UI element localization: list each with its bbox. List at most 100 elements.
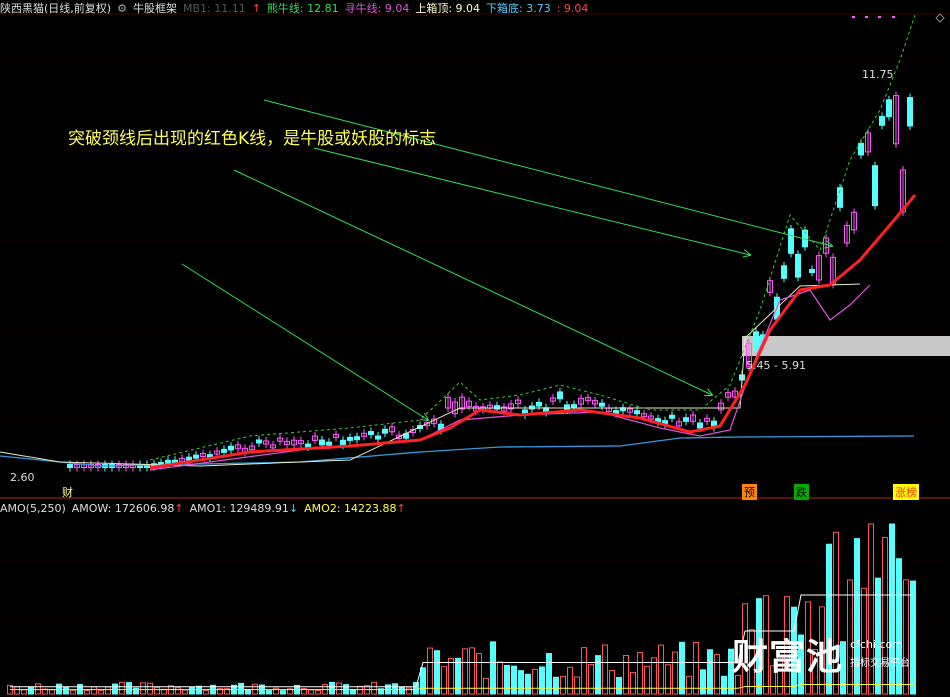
volume-bar [630,672,636,695]
volume-bar [371,681,377,695]
candle [375,435,381,440]
amo-title[interactable]: AMO(5,250) [0,502,66,515]
candle [809,269,815,274]
volume-bar [98,690,104,695]
volume-bar [21,689,27,695]
volume-bar [686,675,692,695]
volume-bar [56,683,62,695]
candle [186,456,192,461]
price-chart[interactable]: 11.75 2.60 5.45 - 5.91 [0,0,950,697]
volume-bar [315,690,321,695]
candle [599,402,605,407]
volume-bar [350,689,356,695]
volume-bar [112,683,118,695]
volume-bar [308,689,314,695]
candle [557,391,563,400]
candle [795,253,801,278]
volume-bar [420,667,426,695]
stock-name[interactable]: 陕西黑猫(日线,前复权) [0,2,111,15]
volume-bar [896,558,902,695]
volume-bar [679,641,685,695]
volume-bar [672,651,678,695]
candle [221,448,227,453]
candle [669,414,675,419]
marker-cai[interactable]: 财 [60,484,75,500]
volume-bar [28,686,34,695]
candle [368,431,374,436]
volume-bar [847,579,853,695]
annotation-arrow-1 [181,263,428,420]
volume-bar [665,664,671,695]
high-price-label: 11.75 [862,68,894,81]
volume-bar [63,686,69,695]
amo-header: AMO(5,250) AMOW: 172606.98↑ AMO1: 129489.9… [0,502,412,515]
amo2-value: AMO2: 14223.88 [304,502,397,515]
volume-bar [539,666,545,695]
upper-box-line [0,283,861,467]
volume-bar [406,687,412,695]
candle [858,142,864,156]
amo2-up-icon: ↑ [396,502,406,515]
volume-bar [469,647,475,695]
candle [67,464,73,468]
volume-bar [105,686,111,695]
volume-bar [609,669,615,695]
volume-bar [525,673,531,695]
volume-bar [581,647,587,695]
volume-bar [518,670,524,695]
marker-zhangbang[interactable]: 涨榜 [893,484,919,500]
mb1-value: MB1: 11.11 [182,2,246,15]
bull-line-value: 熊牛线: 12.81 [266,2,339,15]
watermark: 财富池 cfchi.com 指标交易平台 [732,628,910,680]
volume-bar [119,681,125,695]
candle [529,405,535,410]
volume-bar [336,682,342,695]
volume-bar [357,685,363,695]
volume-bar [511,665,517,695]
candle [886,99,892,118]
volume-bar [434,650,440,695]
volume-bar [273,687,279,695]
volume-bar [693,641,699,695]
candle [907,97,913,127]
volume-bar [147,682,153,695]
volume-bar [462,648,468,695]
volume-bar [70,690,76,695]
candle [165,459,171,464]
candle [347,436,353,441]
volume-bar [588,663,594,695]
candle [354,436,360,441]
marker-die[interactable]: 跌 [794,484,809,500]
volume-bar [154,686,160,695]
candle [788,228,794,254]
indicator-name[interactable]: 牛股框架 [133,2,177,15]
seek-bull-value: 寻牛线: 9.04 [344,2,410,15]
volume-bar [35,683,41,695]
volume-bar [560,675,566,695]
settings-icon[interactable]: ⚙ [117,2,127,15]
volume-bar [413,681,419,695]
volume-bar [882,536,888,695]
volume-bar [280,690,286,695]
candle [781,265,787,279]
volume-bar [875,577,881,695]
candle [683,417,689,422]
candle [319,439,325,446]
candle [494,405,500,410]
volume-bar [553,676,559,695]
amow-value: AMOW: 172606.98 [71,502,175,515]
volume-bar [245,689,251,695]
candle [256,439,262,444]
volume-bar [175,687,181,695]
volume-bar [644,665,650,695]
candle [872,165,878,207]
volume-bar [427,647,433,695]
volume-bar [49,689,55,695]
annotation-arrow-2 [233,169,712,395]
volume-bar [574,676,580,695]
volume-bar [707,649,713,695]
volume-bar [392,683,398,695]
volume-bar [441,666,447,695]
marker-yu[interactable]: 预 [742,484,757,500]
range-price-label: 5.45 - 5.91 [746,359,806,372]
